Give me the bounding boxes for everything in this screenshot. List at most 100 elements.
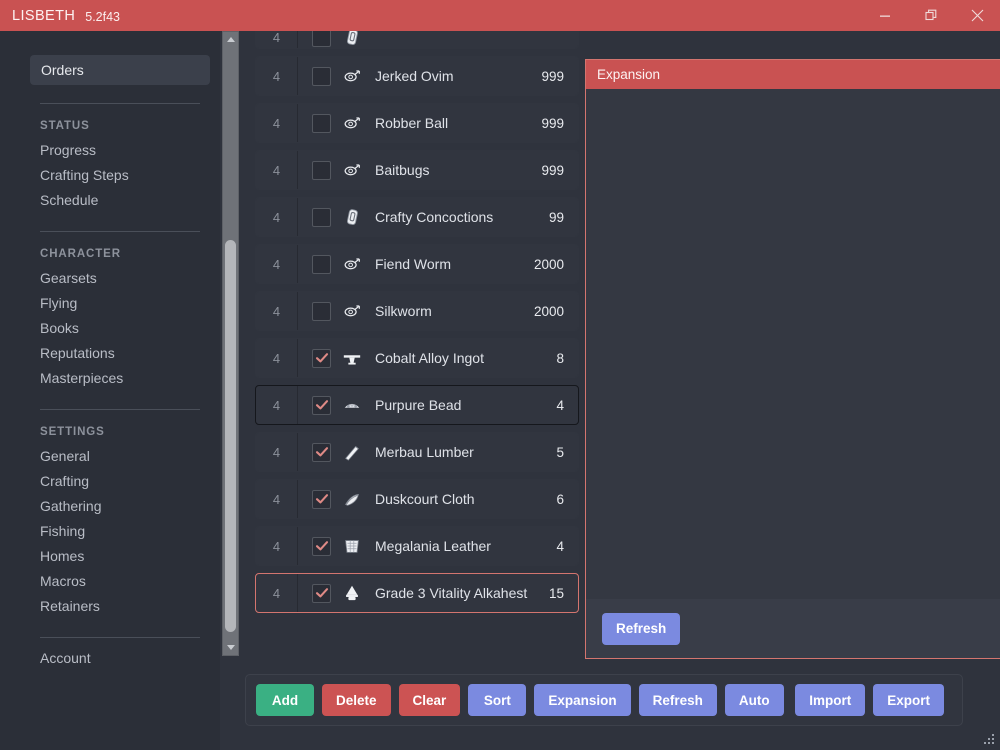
order-row-quantity[interactable]: 4 xyxy=(256,339,298,377)
order-row[interactable]: 4 Fiend Worm 2000 xyxy=(255,244,579,284)
order-row-checkbox[interactable] xyxy=(312,489,331,509)
sidebar-item-orders[interactable]: Orders xyxy=(30,55,210,85)
export-button[interactable]: Export xyxy=(873,684,944,716)
expansion-button[interactable]: Expansion xyxy=(534,684,631,716)
order-row-quantity[interactable]: 4 xyxy=(256,433,298,471)
clear-button[interactable]: Clear xyxy=(398,684,461,716)
order-row[interactable]: 4 Duskcourt Cloth 6 xyxy=(255,479,579,519)
sidebar-item-account[interactable]: Account xyxy=(40,646,220,671)
delete-button[interactable]: Delete xyxy=(322,684,391,716)
order-row-checkbox[interactable] xyxy=(312,31,331,47)
order-row-count[interactable]: 999 xyxy=(541,116,564,131)
sidebar-item-progress[interactable]: Progress xyxy=(40,138,220,163)
order-row-checkbox[interactable] xyxy=(312,113,331,133)
auto-button[interactable]: Auto xyxy=(724,684,784,716)
expansion-refresh-button[interactable]: Refresh xyxy=(602,612,681,645)
order-row-count[interactable]: 2000 xyxy=(534,257,564,272)
order-row[interactable]: 4 Baitbugs 999 xyxy=(255,150,579,190)
app-title: LISBETH xyxy=(12,7,76,24)
order-row-quantity[interactable]: 4 xyxy=(256,57,298,95)
sidebar-item-retainers[interactable]: Retainers xyxy=(40,594,220,619)
ingot-icon xyxy=(341,347,363,369)
order-row-quantity[interactable]: 4 xyxy=(256,480,298,518)
title-bar: LISBETH 5.2f43 xyxy=(0,0,1000,31)
sidebar-item-homes[interactable]: Homes xyxy=(40,544,220,569)
order-row[interactable]: 4 Purpure Bead 4 xyxy=(255,385,579,425)
scrollbar-thumb[interactable] xyxy=(225,240,236,632)
order-row[interactable]: 4 Jerked Ovim 999 xyxy=(255,56,579,96)
order-row[interactable]: 4 xyxy=(255,31,579,49)
order-row-count[interactable]: 5 xyxy=(556,445,564,460)
order-row-count[interactable]: 6 xyxy=(556,492,564,507)
order-row-count[interactable]: 99 xyxy=(549,210,564,225)
order-row-quantity[interactable]: 4 xyxy=(256,151,298,189)
order-row-quantity[interactable]: 4 xyxy=(256,198,298,236)
order-row-quantity[interactable]: 4 xyxy=(256,292,298,330)
scroll-up-arrow-icon[interactable] xyxy=(223,32,238,47)
sort-button[interactable]: Sort xyxy=(468,684,527,716)
order-row-checkbox[interactable] xyxy=(312,207,331,227)
minimize-button[interactable] xyxy=(862,0,908,31)
maximize-button[interactable] xyxy=(908,0,954,31)
order-row-checkbox[interactable] xyxy=(312,442,331,462)
order-row-count[interactable]: 2000 xyxy=(534,304,564,319)
order-row-checkbox[interactable] xyxy=(312,348,331,368)
order-list-scrollbar[interactable] xyxy=(222,31,239,656)
order-row-count[interactable]: 999 xyxy=(541,69,564,84)
sidebar-item-general[interactable]: General xyxy=(40,444,220,469)
sidebar-item-gearsets[interactable]: Gearsets xyxy=(40,266,220,291)
expansion-window-title-bar[interactable]: Expansion xyxy=(586,60,1000,89)
order-row[interactable]: 4 Cobalt Alloy Ingot 8 xyxy=(255,338,579,378)
app-version: 5.2f43 xyxy=(85,9,121,24)
order-row[interactable]: 4 Silkworm 2000 xyxy=(255,291,579,331)
order-row-checkbox[interactable] xyxy=(312,583,331,603)
order-list: 4 4 Jerked Ovim 999 4 Robber Ball 999 4 Baitbugs… xyxy=(247,31,587,661)
order-row-quantity[interactable]: 4 xyxy=(256,104,298,142)
order-row[interactable]: 4 Grade 3 Vitality Alkahest 15 xyxy=(255,573,579,613)
restore-window-icon xyxy=(924,9,938,22)
close-button[interactable] xyxy=(954,0,1000,31)
order-row-count[interactable]: 8 xyxy=(556,351,564,366)
order-row-quantity[interactable]: 4 xyxy=(256,527,298,565)
sidebar-item-macros[interactable]: Macros xyxy=(40,569,220,594)
order-row-item-name: Purpure Bead xyxy=(375,397,462,413)
order-row-count[interactable]: 4 xyxy=(556,398,564,413)
order-row-checkbox[interactable] xyxy=(312,536,331,556)
sidebar-item-fishing[interactable]: Fishing xyxy=(40,519,220,544)
scroll-down-arrow-icon[interactable] xyxy=(223,640,238,655)
sidebar-divider xyxy=(40,231,200,232)
order-row[interactable]: 4 Crafty Concoctions 99 xyxy=(255,197,579,237)
order-row-count[interactable]: 4 xyxy=(556,539,564,554)
order-row-checkbox[interactable] xyxy=(312,160,331,180)
order-row-quantity[interactable]: 4 xyxy=(256,245,298,283)
order-row-count[interactable]: 999 xyxy=(541,163,564,178)
order-row-quantity[interactable]: 4 xyxy=(256,574,298,612)
order-row-checkbox[interactable] xyxy=(312,66,331,86)
sidebar-group-header: STATUS xyxy=(40,120,90,132)
order-row[interactable]: 4 Robber Ball 999 xyxy=(255,103,579,143)
order-row-checkbox[interactable] xyxy=(312,301,331,321)
potion-icon xyxy=(341,31,363,48)
sidebar-group-header: SETTINGS xyxy=(40,426,105,438)
resize-grip-icon[interactable] xyxy=(982,732,996,746)
order-row-item-name: Cobalt Alloy Ingot xyxy=(375,350,484,366)
order-row-checkbox[interactable] xyxy=(312,254,331,274)
order-row-quantity[interactable]: 4 xyxy=(256,386,298,424)
order-row-item-name: Megalania Leather xyxy=(375,538,491,554)
order-row[interactable]: 4 Megalania Leather 4 xyxy=(255,526,579,566)
order-row-quantity[interactable]: 4 xyxy=(256,31,298,48)
order-row-checkbox[interactable] xyxy=(312,395,331,415)
refresh-button[interactable]: Refresh xyxy=(638,684,717,716)
sidebar-item-reputations[interactable]: Reputations xyxy=(40,341,220,366)
sidebar-item-schedule[interactable]: Schedule xyxy=(40,188,220,213)
order-row[interactable]: 4 Merbau Lumber 5 xyxy=(255,432,579,472)
import-button[interactable]: Import xyxy=(795,684,866,716)
sidebar-item-crafting-steps[interactable]: Crafting Steps xyxy=(40,163,220,188)
sidebar-item-gathering[interactable]: Gathering xyxy=(40,494,220,519)
add-button[interactable]: Add xyxy=(256,684,314,716)
sidebar-item-flying[interactable]: Flying xyxy=(40,291,220,316)
sidebar-item-books[interactable]: Books xyxy=(40,316,220,341)
order-row-count[interactable]: 15 xyxy=(549,586,564,601)
sidebar-item-masterpieces[interactable]: Masterpieces xyxy=(40,366,220,391)
sidebar-item-crafting[interactable]: Crafting xyxy=(40,469,220,494)
